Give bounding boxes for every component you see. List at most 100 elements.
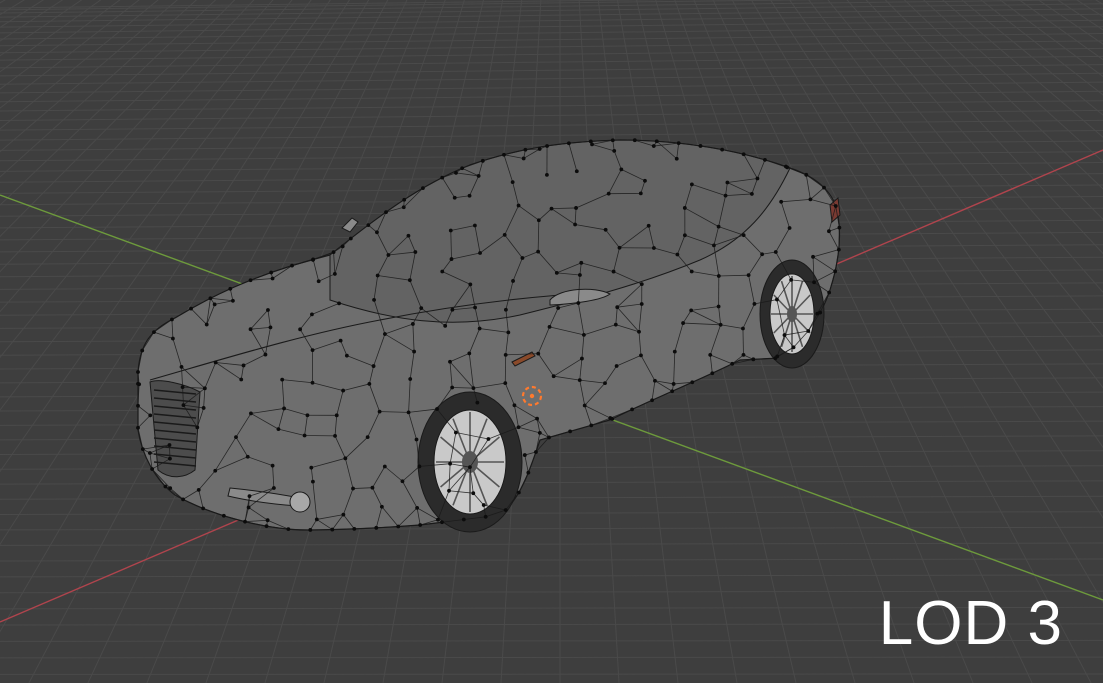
mesh-vertex bbox=[637, 329, 641, 334]
mesh-vertex bbox=[449, 257, 454, 261]
mesh-vertex bbox=[270, 276, 275, 281]
mesh-vertex bbox=[725, 180, 730, 185]
mesh-vertex bbox=[379, 504, 384, 509]
mesh-vertex bbox=[681, 321, 685, 325]
mesh-vertex bbox=[384, 210, 388, 215]
mesh-vertex bbox=[682, 206, 687, 210]
mesh-vertex bbox=[136, 403, 140, 408]
mesh-vertex bbox=[639, 282, 644, 287]
grid-line bbox=[0, 40, 1103, 54]
mesh-vertex bbox=[535, 416, 539, 421]
mesh-vertex bbox=[573, 222, 577, 227]
mesh-vertex bbox=[639, 353, 643, 358]
mesh-vertex bbox=[554, 270, 559, 275]
mesh-vertex bbox=[340, 244, 345, 249]
mesh-vertex bbox=[402, 197, 407, 202]
mesh-vertex bbox=[435, 407, 439, 411]
mesh-vertex bbox=[311, 257, 316, 262]
3d-viewport[interactable]: LOD 3 bbox=[0, 0, 1103, 683]
mesh-vertex bbox=[603, 381, 607, 386]
mesh-vertex bbox=[712, 243, 716, 248]
mesh-vertex bbox=[243, 519, 247, 524]
mesh-vertex bbox=[746, 273, 751, 278]
grid-line bbox=[0, 511, 1103, 515]
mesh-vertex bbox=[341, 512, 346, 517]
mesh-vertex bbox=[372, 297, 376, 302]
mesh-vertex bbox=[480, 158, 485, 163]
mesh-vertex bbox=[448, 461, 453, 466]
fog-light bbox=[289, 491, 311, 513]
mesh-vertex bbox=[245, 454, 250, 459]
mesh-vertex bbox=[179, 365, 184, 369]
mesh-vertex bbox=[167, 443, 172, 447]
mesh-vertex bbox=[366, 223, 371, 228]
mesh-vertex bbox=[478, 251, 482, 255]
mesh-vertex bbox=[760, 252, 765, 257]
mesh-vertex bbox=[181, 403, 186, 408]
mesh-vertex bbox=[452, 195, 457, 200]
mesh-vertex bbox=[547, 435, 551, 440]
mesh-vertex bbox=[266, 308, 270, 312]
mesh-vertex bbox=[818, 310, 823, 315]
mesh-vertex bbox=[407, 278, 412, 283]
mesh-vertex bbox=[614, 364, 619, 368]
mesh-vertex bbox=[475, 400, 480, 405]
mesh-vertex bbox=[708, 353, 713, 357]
grid-line bbox=[0, 109, 1103, 121]
mesh-vertex bbox=[213, 360, 218, 365]
mesh-vertex bbox=[460, 166, 465, 171]
mesh-vertex bbox=[613, 322, 618, 327]
mesh-vertex bbox=[140, 348, 145, 353]
mesh-vertex bbox=[365, 435, 370, 440]
mesh-vertex bbox=[654, 139, 659, 144]
mesh-vertex bbox=[502, 232, 507, 237]
mesh-vertex bbox=[269, 270, 274, 275]
mesh-vertex bbox=[440, 175, 445, 180]
mesh-vertex bbox=[580, 356, 584, 361]
mesh-vertex bbox=[450, 307, 455, 312]
mesh-vertex bbox=[396, 524, 401, 529]
mesh-vertex bbox=[516, 490, 521, 495]
mesh-vertex bbox=[309, 465, 314, 470]
mesh-vertex bbox=[510, 180, 515, 184]
mesh-vertex bbox=[310, 348, 315, 353]
mesh-vertex bbox=[314, 517, 319, 522]
mesh-vertex bbox=[651, 144, 656, 148]
mesh-vertex bbox=[170, 317, 174, 322]
grid-line bbox=[0, 26, 1103, 40]
mesh-vertex bbox=[471, 491, 476, 496]
lod-label: LOD 3 bbox=[878, 589, 1063, 658]
mesh-vertex bbox=[716, 224, 721, 229]
mesh-vertex bbox=[520, 256, 525, 260]
mesh-vertex bbox=[374, 525, 379, 530]
mesh-vertex bbox=[763, 157, 767, 162]
mesh-vertex bbox=[419, 306, 424, 311]
mesh-vertex bbox=[516, 203, 521, 208]
mesh-vertex bbox=[448, 228, 453, 233]
car-mesh[interactable] bbox=[136, 138, 842, 533]
mesh-vertex bbox=[486, 437, 491, 441]
rear-wheel[interactable] bbox=[759, 259, 825, 369]
mesh-vertex bbox=[468, 465, 472, 470]
mesh-vertex bbox=[136, 381, 140, 386]
mesh-vertex bbox=[676, 141, 681, 146]
mesh-vertex bbox=[782, 333, 787, 337]
mesh-vertex bbox=[619, 167, 624, 172]
mesh-vertex bbox=[568, 429, 573, 434]
grid-line bbox=[0, 72, 1103, 85]
mesh-vertex bbox=[536, 218, 541, 223]
mesh-vertex bbox=[582, 332, 586, 337]
mesh-vertex bbox=[690, 380, 695, 385]
mesh-vertex bbox=[471, 386, 476, 391]
mesh-vertex bbox=[566, 141, 571, 146]
mesh-vertex bbox=[375, 273, 380, 278]
mesh-vertex bbox=[720, 147, 725, 152]
mesh-vertex bbox=[276, 427, 281, 432]
mesh-vertex bbox=[468, 282, 473, 287]
grid-line bbox=[0, 574, 1103, 578]
mesh-vertex bbox=[263, 352, 268, 357]
mesh-vertex bbox=[710, 371, 715, 376]
viewport-scene[interactable] bbox=[0, 0, 1103, 683]
mesh-vertex bbox=[730, 361, 735, 366]
mesh-vertex bbox=[334, 413, 339, 418]
